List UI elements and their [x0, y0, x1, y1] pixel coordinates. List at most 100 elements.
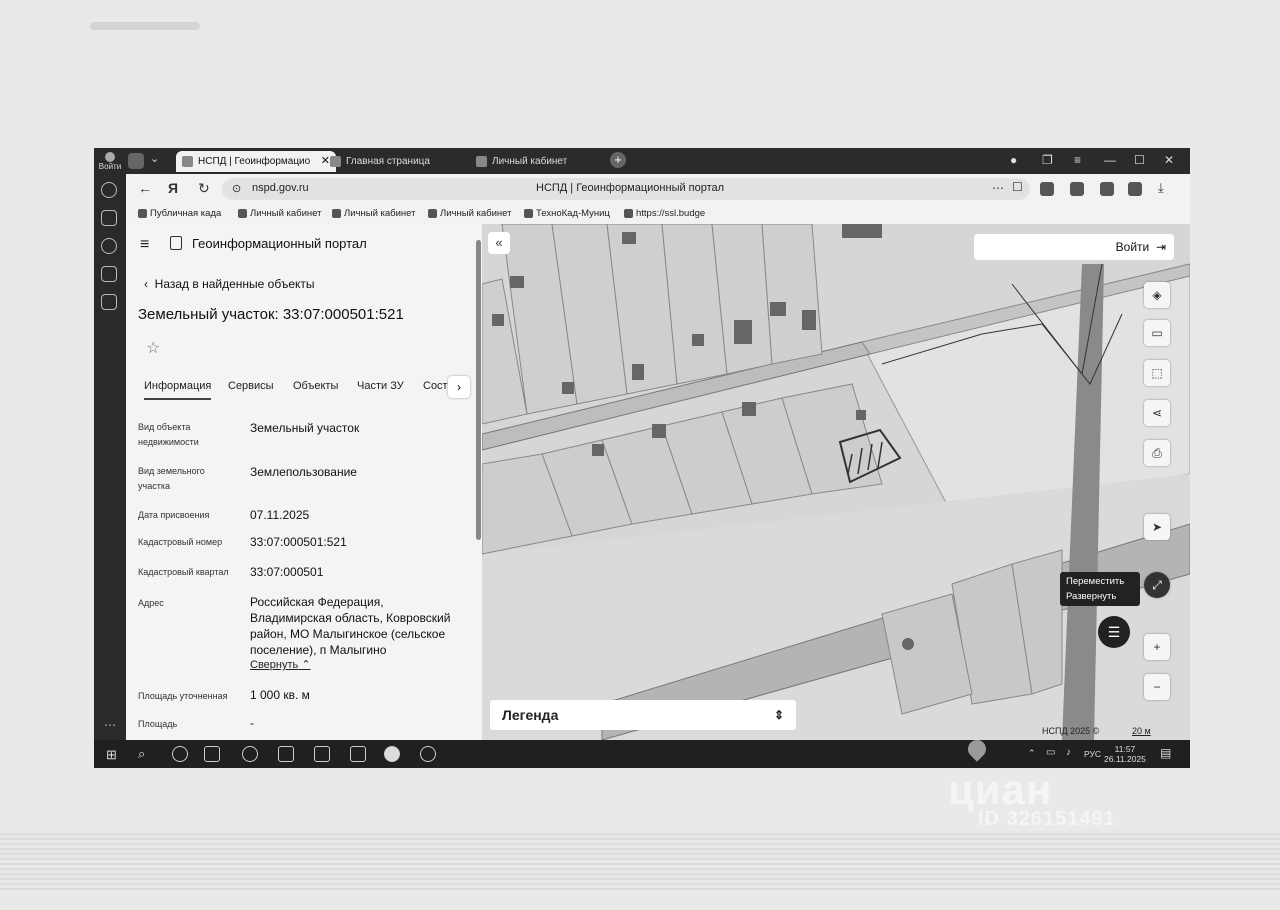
- clock[interactable]: 11:57 26.11.2025: [1104, 744, 1146, 764]
- tab-account[interactable]: Личный кабинет: [470, 151, 624, 172]
- select-area-icon[interactable]: ⬚: [1144, 360, 1170, 386]
- workspace-icon[interactable]: [128, 153, 144, 169]
- field-label: Адрес: [138, 598, 164, 608]
- tab-services[interactable]: Сервисы: [228, 380, 274, 392]
- collections-icon[interactable]: [101, 210, 117, 226]
- bookmark-item[interactable]: Личный кабинет: [238, 208, 321, 219]
- back-to-results-link[interactable]: ‹ Назад в найденные объекты: [144, 277, 315, 291]
- tabs-icon[interactable]: ❐: [1042, 153, 1053, 167]
- legend-label: Легенда: [502, 707, 559, 723]
- chevron-up-icon: ⌃: [301, 659, 311, 671]
- watermark-brand: циан: [948, 766, 1053, 813]
- edge-icon[interactable]: [242, 746, 258, 762]
- downloads-list-icon[interactable]: [1128, 182, 1142, 196]
- extension-icon[interactable]: [1040, 182, 1054, 196]
- windows-taskbar: ⊞ ⌕ ⌃ ▭ ♪ РУС 11:57 26.11.2025 ▤: [94, 740, 1190, 768]
- notifications-icon[interactable]: ▤: [1160, 746, 1171, 760]
- field-value: 33:07:000501: [250, 565, 324, 579]
- zoom-out-button[interactable]: −: [1144, 674, 1170, 700]
- extensions-icon[interactable]: [1100, 182, 1114, 196]
- clock-date: 26.11.2025: [1104, 754, 1146, 764]
- profile-button[interactable]: Войти: [98, 152, 122, 172]
- more-icon[interactable]: ⋯: [992, 181, 1004, 195]
- cadastral-map[interactable]: « Войти ⇥ ◈ ▭ ⬚ ⋖ ⎙ ➤ ⤢ + − Переместить …: [482, 224, 1190, 740]
- tab-main-page[interactable]: Главная страница: [324, 151, 478, 172]
- chat-fab-icon[interactable]: ☰: [1098, 616, 1130, 648]
- zoom-in-button[interactable]: +: [1144, 634, 1170, 660]
- favorite-star-icon[interactable]: ☆: [146, 338, 160, 358]
- close-window-icon[interactable]: ✕: [1164, 153, 1174, 167]
- tab-label: Личный кабинет: [492, 156, 568, 167]
- tooltip-line: Развернуть: [1066, 591, 1117, 602]
- ruler-icon[interactable]: ▭: [1144, 320, 1170, 346]
- panel-scrollbar[interactable]: [476, 240, 481, 540]
- collapse-panel-button[interactable]: «: [488, 232, 510, 254]
- share-icon[interactable]: ⋖: [1144, 400, 1170, 426]
- browser-sidebar: Войти ⋯: [94, 148, 126, 740]
- field-label: Вид земельного участка: [138, 466, 205, 491]
- tab-label: Главная страница: [346, 156, 430, 167]
- back-arrow-icon[interactable]: ←: [138, 180, 152, 196]
- extension-icon[interactable]: [1070, 182, 1084, 196]
- layers-icon[interactable]: ◈: [1144, 282, 1170, 308]
- play-icon[interactable]: [101, 238, 117, 254]
- map-scale: 20 м: [1132, 726, 1151, 736]
- bookmark-item[interactable]: Публичная када: [138, 208, 221, 219]
- portal-logo-icon: [170, 236, 182, 250]
- object-title: Земельный участок: 33:07:000501:521: [138, 306, 404, 323]
- field-value: Земельный участок: [250, 421, 360, 435]
- chevron-left-icon: ‹: [144, 277, 155, 291]
- windows-start-icon[interactable]: ⊞: [106, 747, 117, 763]
- task-view-icon[interactable]: [204, 746, 220, 762]
- field-value: Российская Федерация, Владимирская облас…: [250, 595, 451, 657]
- tab-nspd[interactable]: НСПД | Геоинформацио ✕: [176, 151, 336, 172]
- yandex-browser-icon[interactable]: [384, 746, 400, 762]
- tooltip-line: Переместить: [1066, 576, 1125, 587]
- more-icon[interactable]: ⋯: [104, 718, 116, 732]
- minimize-icon[interactable]: —: [1104, 153, 1116, 167]
- network-icon[interactable]: ▭: [1046, 747, 1055, 758]
- locate-icon[interactable]: ➤: [1144, 514, 1170, 540]
- bookmark-item[interactable]: https://ssl.budge: [624, 208, 705, 219]
- bookmark-item[interactable]: Личный кабинет: [428, 208, 511, 219]
- tray-chevron-icon[interactable]: ⌃: [1028, 748, 1036, 759]
- menu-icon[interactable]: ≡: [1074, 153, 1081, 167]
- field-value: Землепользование: [250, 465, 357, 479]
- chevron-right-icon[interactable]: ›: [448, 376, 470, 398]
- bookmarks-bar: Публичная када Личный кабинет Личный каб…: [126, 204, 1190, 225]
- fullscreen-icon[interactable]: ⤢: [1144, 572, 1170, 598]
- tab-parts[interactable]: Части ЗУ: [357, 380, 404, 392]
- bookmark-item[interactable]: ТехноКад-Муниц: [524, 208, 610, 219]
- maximize-icon[interactable]: ☐: [1134, 153, 1145, 167]
- store-icon[interactable]: [278, 746, 294, 762]
- bookmark-icon[interactable]: ☐: [1012, 180, 1023, 194]
- download-icon[interactable]: ⤓: [1158, 180, 1164, 196]
- back-label: Назад в найденные объекты: [154, 277, 315, 291]
- mail-icon[interactable]: [350, 746, 366, 762]
- search-icon[interactable]: ⌕: [138, 746, 145, 762]
- reload-icon[interactable]: ↻: [198, 180, 210, 197]
- history-icon[interactable]: [101, 182, 117, 198]
- bookmark-item[interactable]: Личный кабинет: [332, 208, 415, 219]
- login-icon: ⇥: [1152, 240, 1166, 254]
- address-bar: ← Я ↻ ⊙ nspd.gov.ru НСПД | Геоинформацио…: [126, 174, 1190, 204]
- account-icon[interactable]: ●: [1010, 153, 1017, 167]
- new-tab-button[interactable]: +: [610, 152, 626, 168]
- chat-icon[interactable]: [101, 294, 117, 310]
- legend-dropdown[interactable]: Легенда ⇕: [490, 700, 796, 730]
- tab-objects[interactable]: Объекты: [293, 380, 338, 392]
- calendar-icon[interactable]: [101, 266, 117, 282]
- hamburger-icon[interactable]: ≡: [140, 236, 149, 254]
- tab-information[interactable]: Информация: [144, 380, 212, 400]
- volume-icon[interactable]: ♪: [1066, 747, 1071, 758]
- print-icon[interactable]: ⎙: [1144, 440, 1170, 466]
- browser-icon[interactable]: [420, 746, 436, 762]
- collapse-link[interactable]: Свернуть ⌃: [250, 658, 311, 671]
- field-label: Кадастровый квартал: [138, 567, 229, 577]
- tab-list-icon[interactable]: ⌄: [150, 152, 159, 165]
- language-indicator[interactable]: РУС: [1084, 749, 1101, 759]
- cortana-icon[interactable]: [172, 746, 188, 762]
- yandex-icon[interactable]: Я: [168, 180, 178, 196]
- login-button[interactable]: Войти ⇥: [974, 234, 1174, 260]
- explorer-icon[interactable]: [314, 746, 330, 762]
